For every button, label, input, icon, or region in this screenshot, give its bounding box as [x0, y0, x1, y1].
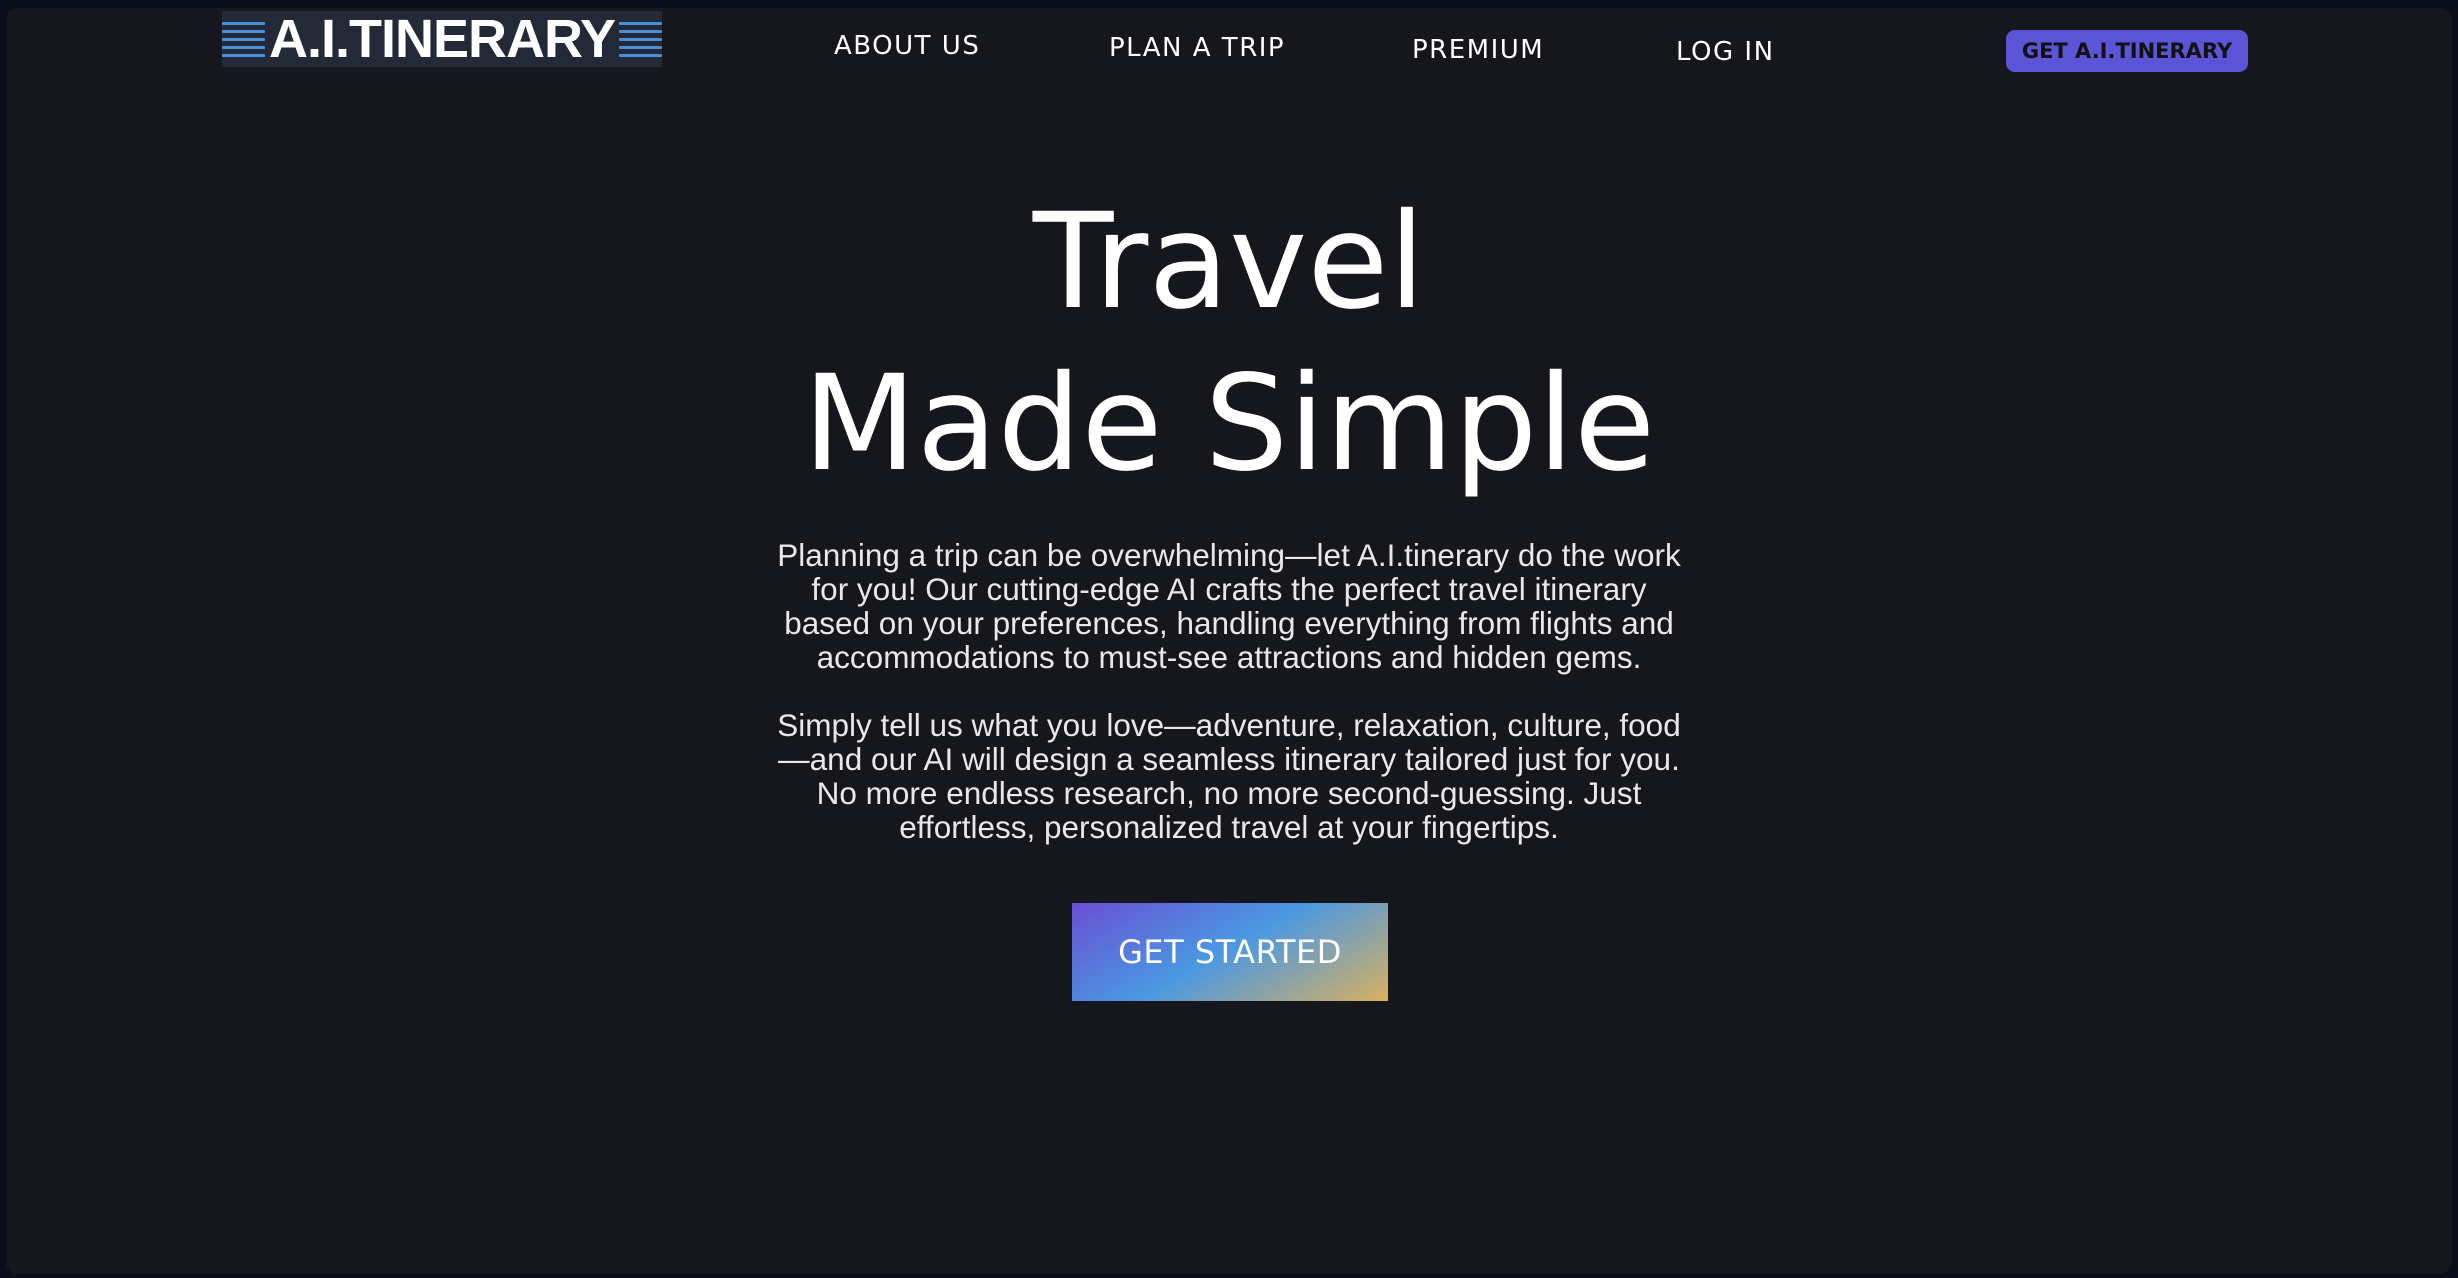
- hero-title-line-2: Made Simple: [802, 347, 1656, 501]
- logo-text: A.I.TINERARY: [268, 9, 616, 69]
- logo[interactable]: A.I.TINERARY: [222, 11, 662, 67]
- nav-log-in[interactable]: LOG IN: [1676, 37, 1775, 67]
- logo-lines-left-icon: [222, 19, 265, 59]
- hero-description-2: Simply tell us what you love—adventure, …: [777, 707, 1681, 845]
- nav-plan-a-trip[interactable]: PLAN A TRIP: [1109, 33, 1285, 63]
- get-aitinerary-button[interactable]: GET A.I.TINERARY: [2006, 30, 2248, 72]
- hero-title-line-1: Travel: [1032, 185, 1426, 339]
- hero-description-1: Planning a trip can be overwhelming—let …: [777, 537, 1681, 675]
- nav-premium[interactable]: PREMIUM: [1412, 35, 1544, 65]
- nav-about-us[interactable]: ABOUT US: [834, 31, 980, 61]
- page: A.I.TINERARY ABOUT US PLAN A TRIP PREMIU…: [6, 8, 2452, 1274]
- get-started-button[interactable]: GET STARTED: [1072, 903, 1388, 1001]
- logo-lines-right-icon: [619, 19, 662, 59]
